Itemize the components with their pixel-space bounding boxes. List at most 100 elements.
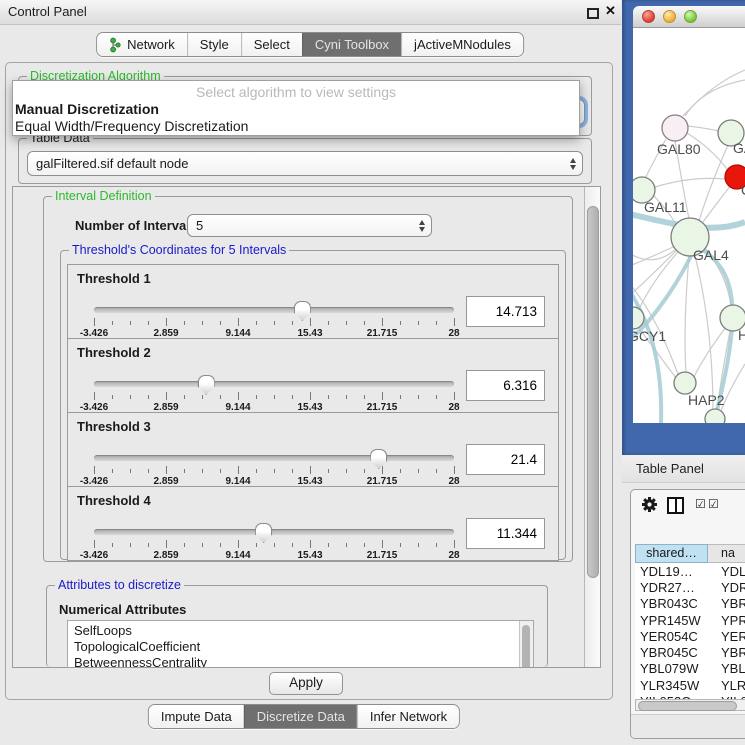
horizontal-scrollbar-thumb[interactable] [638,701,737,711]
tick-mark [148,395,149,399]
network-node-hap2[interactable] [674,372,696,394]
tick-mark [310,318,311,326]
threshold-value-field[interactable] [466,444,545,475]
network-edge [695,256,713,412]
select-all-checkbox-icon[interactable]: ☑ [695,497,706,511]
slider-track[interactable] [94,455,454,461]
algorithm-option[interactable]: Manual Discretization [15,101,159,117]
table-row[interactable]: YBR043CYBR0 [635,596,745,612]
table-panel-titlebar: Table Panel [622,455,745,483]
threshold-slider[interactable]: -3.4262.8599.14415.4321.71528 [94,381,454,411]
tick-mark [256,321,257,325]
table-row[interactable]: YER054CYER0 [635,628,745,644]
table-data-combobox[interactable]: galFiltered.sif default node [27,151,583,176]
network-edge [655,178,725,187]
table-row[interactable]: YPR145WYPR1 [635,612,745,628]
minimize-traffic-light-icon[interactable] [663,10,676,23]
vertical-scrollbar[interactable] [584,187,600,667]
table-row[interactable]: YDL19…YDL1 [635,563,745,579]
column-header-shared-name[interactable]: shared… [635,544,708,563]
network-canvas[interactable]: GAL80GACGAL11GAL4GCY1HHAP2 [633,28,745,423]
tick-mark [184,469,185,473]
tick-mark [382,318,383,326]
threshold-value-field[interactable] [466,296,545,327]
scrollbar-thumb[interactable] [587,206,599,578]
threshold-slider[interactable]: -3.4262.8599.14415.4321.71528 [94,455,454,485]
tick-mark [220,469,221,473]
tick-mark [202,395,203,399]
cell-shared-name: YLR345W [635,678,708,693]
combo-spinner-icon [419,220,425,232]
tab-style[interactable]: Style [187,33,241,56]
threshold-value-field[interactable] [466,518,545,549]
table-row[interactable]: YBR045CYBR0 [635,644,745,660]
cell-shared-name: YBL079W [635,661,708,676]
tick-mark [454,466,455,474]
cell-name: YDL1 [708,564,745,579]
slider-ticks [94,466,454,475]
tick-mark [274,543,275,547]
network-node-gal80[interactable] [662,115,688,141]
settings-gear-icon[interactable] [641,496,658,518]
tab-discretize-data[interactable]: Discretize Data [244,705,357,728]
slider-track[interactable] [94,307,454,313]
list-scrollbar[interactable] [519,621,533,667]
table-panel-title: Table Panel [636,461,704,476]
tick-mark [148,543,149,547]
slider-track[interactable] [94,529,454,535]
cell-name: YER0 [708,629,745,644]
app-root: Control Panel ✕ NetworkStyleSelectCyni T… [0,0,745,745]
thresholds-group-title: Threshold's Coordinates for 5 Intervals [69,243,289,257]
tick-mark [130,321,131,325]
tab-label: Select [254,37,290,52]
unselect-all-checkbox-icon[interactable]: ☑ [708,497,719,511]
tick-mark [292,321,293,325]
tab-jactivemnodules[interactable]: jActiveMNodules [401,33,523,56]
apply-button[interactable]: Apply [269,672,343,695]
algorithm-option[interactable]: Equal Width/Frequency Discretization [15,118,248,134]
numerical-attributes-list: SelfLoopsTopologicalCoefficientBetweenne… [67,620,534,668]
column-header-name[interactable]: na [708,544,745,563]
network-node-label: C [741,182,745,198]
horizontal-scrollbar[interactable] [635,699,745,711]
attribute-list-item[interactable]: BetweennessCentrality [68,655,533,668]
tick-mark [130,543,131,547]
tick-mark [292,469,293,473]
table-row[interactable]: YDR27…YDR2 [635,579,745,595]
attribute-list-item[interactable]: TopologicalCoefficient [68,639,533,655]
column-view-icon[interactable] [667,497,684,514]
close-traffic-light-icon[interactable] [642,10,655,23]
table-row[interactable]: YLR345WYLR3 [635,677,745,693]
float-window-icon[interactable] [587,8,599,19]
close-icon[interactable]: ✕ [605,3,616,19]
attribute-list-item[interactable]: SelfLoops [68,623,533,639]
slider-track[interactable] [94,381,454,387]
network-node-partial[interactable] [705,409,725,423]
tab-infer-network[interactable]: Infer Network [357,705,459,728]
tick-mark [382,540,383,548]
threshold-slider[interactable]: -3.4262.8599.14415.4321.71528 [94,529,454,559]
cell-shared-name: YDR27… [635,580,708,595]
list-scrollbar-thumb[interactable] [522,625,530,668]
threshold-value-field[interactable] [466,370,545,401]
tab-select[interactable]: Select [241,33,302,56]
tab-impute-data[interactable]: Impute Data [149,705,244,728]
threshold-label: Threshold 4 [77,493,151,508]
algorithm-dropdown-popup: Select algorithm to view settings Manual… [12,80,580,136]
threshold-slider[interactable]: -3.4262.8599.14415.4321.71528 [94,307,454,337]
tab-cyni-toolbox[interactable]: Cyni Toolbox [302,33,401,56]
number-of-intervals-combobox[interactable]: 5 [187,214,432,237]
network-node-label: H [738,327,745,343]
tick-mark [346,321,347,325]
network-edge [703,185,731,222]
slider-ticks [94,318,454,327]
table-row[interactable]: YBL079WYBL0 [635,661,745,677]
tick-mark [328,395,329,399]
tick-mark [346,543,347,547]
tick-mark [454,540,455,548]
tick-mark [310,466,311,474]
popup-hint: Select algorithm to view settings [13,84,579,100]
zoom-traffic-light-icon[interactable] [684,10,697,23]
network-node-label: GAL80 [657,141,701,157]
tab-network[interactable]: Network [97,33,187,56]
